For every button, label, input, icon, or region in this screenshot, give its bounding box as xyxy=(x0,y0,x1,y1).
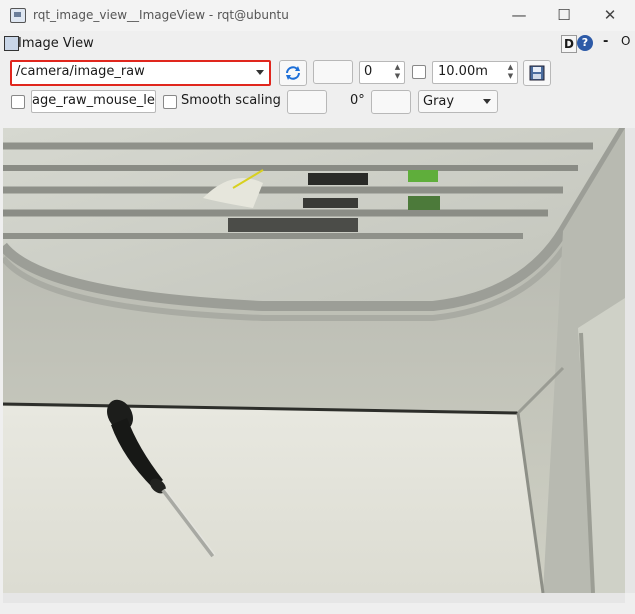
dock-title: Image View xyxy=(18,36,94,51)
maximize-icon[interactable]: ☐ xyxy=(549,4,579,26)
mouse-topic-field[interactable]: age_raw_mouse_left xyxy=(31,90,156,113)
camera-image[interactable] xyxy=(3,128,625,593)
number-spinbox[interactable]: 0 ▲ ▼ xyxy=(359,61,405,84)
smooth-scaling-checkbox[interactable] xyxy=(163,95,177,109)
blank-button[interactable] xyxy=(313,60,353,84)
save-icon xyxy=(529,65,545,81)
spin-up-icon[interactable]: ▲ xyxy=(392,63,403,72)
mouse-publish-checkbox[interactable] xyxy=(11,95,25,109)
spin-up-icon[interactable]: ▲ xyxy=(505,63,516,72)
topic-select[interactable]: /camera/image_raw xyxy=(10,60,271,86)
topic-value: /camera/image_raw xyxy=(16,64,145,79)
title-bar: rqt_image_view__ImageView - rqt@ubuntu —… xyxy=(0,0,635,31)
spin-down-icon[interactable]: ▼ xyxy=(392,72,403,81)
rotate-left-button[interactable] xyxy=(287,90,327,114)
chevron-down-icon xyxy=(483,99,491,104)
rotation-label: 0° xyxy=(350,93,365,108)
max-range-value: 10.00m xyxy=(438,64,488,79)
debug-button[interactable]: D xyxy=(561,35,577,53)
chevron-down-icon xyxy=(256,70,264,75)
refresh-icon xyxy=(286,66,300,80)
close-icon[interactable]: ✕ xyxy=(595,4,625,26)
number-value: 0 xyxy=(364,64,373,79)
plugin-icon xyxy=(4,36,19,51)
color-mode-value: Gray xyxy=(423,94,455,109)
spin-down-icon[interactable]: ▼ xyxy=(505,72,516,81)
max-range-spinbox[interactable]: 10.00m ▲ ▼ xyxy=(432,61,518,84)
rotate-right-button[interactable] xyxy=(371,90,411,114)
refresh-button[interactable] xyxy=(279,60,307,86)
horizontal-scrollbar[interactable] xyxy=(3,593,625,603)
dynamic-range-checkbox[interactable] xyxy=(412,65,426,79)
save-image-button[interactable] xyxy=(523,60,551,86)
smooth-scaling-label: Smooth scaling xyxy=(181,93,281,108)
app-icon xyxy=(10,8,26,23)
vertical-scrollbar[interactable] xyxy=(625,128,635,593)
minimize-icon[interactable]: — xyxy=(504,4,534,26)
mouse-topic-value: age_raw_mouse_left xyxy=(32,93,156,108)
camera-image-render xyxy=(3,128,625,593)
color-mode-select[interactable]: Gray xyxy=(418,90,498,113)
dock-minimize-button[interactable]: - xyxy=(603,34,608,49)
help-icon[interactable]: ? xyxy=(577,35,593,51)
dock-title-bar: Image View D ? - O xyxy=(0,33,635,55)
window-title: rqt_image_view__ImageView - rqt@ubuntu xyxy=(33,8,289,22)
dock-close-button[interactable]: O xyxy=(621,34,630,48)
